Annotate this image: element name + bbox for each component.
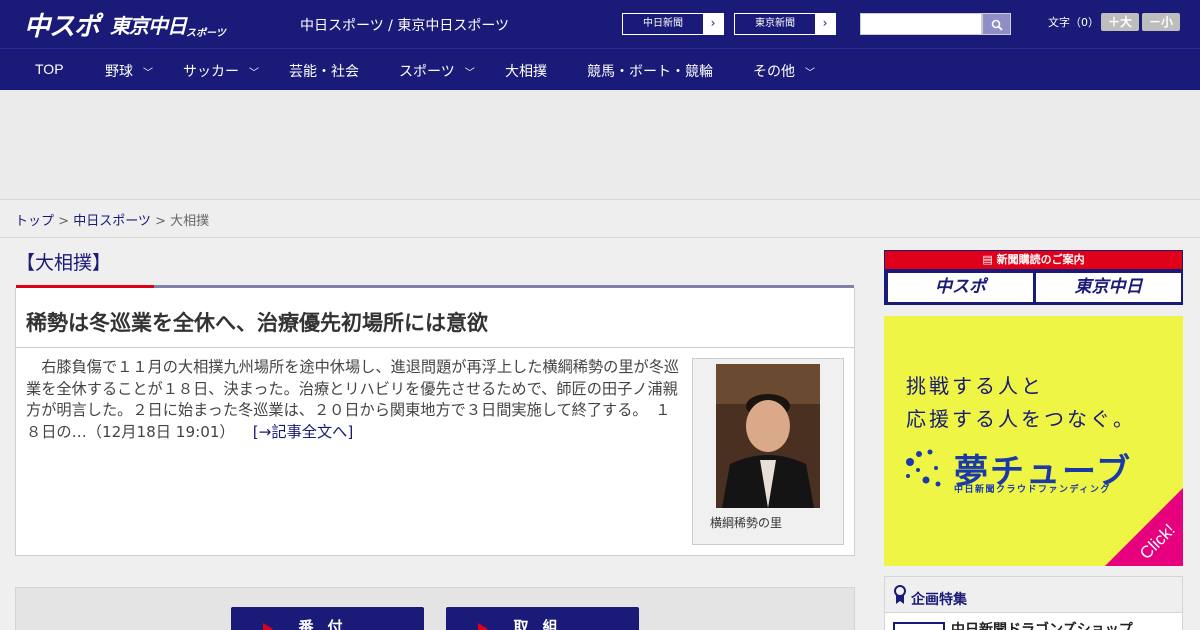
font-smaller-button[interactable]: －小	[1142, 13, 1180, 31]
chunichi-shimbun-link[interactable]: 中日新聞 ›	[622, 13, 724, 35]
search-input[interactable]	[860, 13, 982, 35]
subscription-title-text: 新聞購読のご案内	[996, 253, 1085, 266]
nav-item-baseball[interactable]: 野球 ﹀	[105, 61, 153, 81]
font-bigger-button[interactable]: ＋大	[1101, 13, 1139, 31]
article-divider	[16, 347, 854, 348]
special-features-title: 企画特集	[911, 592, 967, 608]
dragons-shop-link[interactable]: 中日新聞ドラゴンズショップ	[951, 619, 1133, 630]
nav-label: 競馬・ボート・競輪	[587, 63, 713, 79]
newspaper-icon: ▤	[982, 253, 997, 266]
yume-tube-ad[interactable]: 挑戦する人と 応援する人をつなぐ。 夢チューブ 中日新聞クラウドファンディング …	[884, 316, 1183, 566]
tab-label: 番付	[298, 618, 357, 630]
nav-label: スポーツ	[399, 63, 455, 79]
breadcrumb-separator: >	[54, 214, 74, 229]
chuspo-subscribe-logo[interactable]: 中スポ	[888, 273, 1033, 302]
search-icon	[991, 19, 1003, 31]
chuspo-logo[interactable]: 中スポ	[24, 6, 100, 43]
ribbon-icon	[894, 585, 906, 604]
article-summary: 右膝負傷で１１月の大相撲九州場所を途中休場し、進退問題が再浮上した横綱稀勢の里が…	[26, 357, 684, 443]
nav-label: TOP	[35, 61, 64, 77]
subscription-banner[interactable]: ▤ 新聞購読のご案内 中スポ 東京中日	[884, 250, 1183, 305]
nav-label: その他	[753, 63, 795, 79]
subscription-banner-title: ▤ 新聞購読のご案内	[885, 251, 1182, 269]
dragons-shop-thumbnail[interactable]	[893, 622, 945, 630]
photo-caption: 横綱稀勢の里	[710, 516, 783, 530]
ranking-tabs-area	[15, 587, 855, 630]
chunichi-shimbun-label: 中日新聞	[643, 18, 683, 29]
ad-line-2: 応援する人をつなぐ。	[906, 407, 1136, 431]
special-features-box: 企画特集 中日新聞ドラゴンズショップ	[884, 576, 1183, 630]
nav-label: 芸能・社会	[289, 63, 359, 79]
font-size-label: 文字（0）	[1048, 16, 1099, 29]
tokyo-chunichi-logo[interactable]: 東京中日スポーツ	[110, 10, 226, 39]
main-nav: TOP 野球 ﹀ サッカー ﹀ 芸能・社会 スポーツ ﹀ 大相撲 競馬・ボート・競輪 …	[0, 48, 1200, 90]
tokyo-logo-text: 東京中日	[110, 14, 187, 38]
chevron-right-icon: ›	[703, 14, 723, 34]
section-heading: 【大相撲】	[16, 252, 112, 274]
sparkle-dots-icon	[906, 449, 941, 487]
tokyo-shimbun-label: 東京新聞	[755, 18, 795, 29]
article-photo[interactable]	[716, 364, 820, 508]
nav-item-sports[interactable]: スポーツ ﹀	[399, 61, 475, 81]
chevron-down-icon: ﹀	[805, 68, 815, 79]
breadcrumb-current: 大相撲	[170, 214, 210, 229]
nav-label: 大相撲	[505, 63, 547, 79]
tab-label: 取組	[513, 618, 572, 630]
chevron-down-icon: ﹀	[464, 68, 475, 79]
nav-item-entertainment[interactable]: 芸能・社会	[289, 61, 359, 81]
wrestler-photo-image	[716, 364, 820, 508]
article-title[interactable]: 稀勢は冬巡業を全休へ、治療優先初場所には意欲	[26, 307, 488, 337]
breadcrumb-separator: >	[150, 214, 171, 229]
nav-item-top[interactable]: TOP	[35, 61, 64, 77]
ad-line-1: 挑戦する人と	[906, 374, 1044, 398]
site-header: 中スポ 東京中日スポーツ 中日スポーツ / 東京中日スポーツ 中日新聞 › 東京…	[0, 0, 1200, 48]
nav-item-racing[interactable]: 競馬・ボート・競輪	[587, 61, 713, 81]
special-features-header: 企画特集	[885, 577, 1182, 613]
triangle-right-icon	[263, 623, 273, 630]
yume-tube-tagline: 中日新聞クラウドファンディング	[954, 485, 1111, 495]
nav-label: サッカー	[183, 63, 239, 79]
top-ad-space	[0, 90, 1200, 200]
tokyo-logo-small: スポーツ	[186, 28, 226, 39]
torikumi-tab[interactable]: 取組	[446, 607, 639, 630]
banzuke-tab[interactable]: 番付	[231, 607, 424, 630]
breadcrumb-top-link[interactable]: トップ	[15, 214, 54, 229]
nav-item-soccer[interactable]: サッカー ﹀	[183, 61, 259, 81]
breadcrumb: トップ > 中日スポーツ > 大相撲	[0, 200, 1200, 238]
read-more-link[interactable]: [→記事全文へ]	[253, 423, 354, 441]
nav-label: 野球	[105, 63, 133, 79]
chevron-down-icon: ﹀	[143, 68, 153, 79]
chevron-right-icon: ›	[815, 14, 835, 34]
search-button[interactable]	[982, 13, 1011, 35]
tokyo-chunichi-subscribe-logo[interactable]: 東京中日	[1036, 273, 1181, 302]
site-title: 中日スポーツ / 東京中日スポーツ	[300, 18, 510, 34]
nav-item-sumo[interactable]: 大相撲	[505, 61, 547, 81]
nav-item-other[interactable]: その他 ﹀	[753, 61, 815, 81]
triangle-right-icon	[478, 623, 488, 630]
chevron-down-icon: ﹀	[249, 68, 259, 79]
breadcrumb-section-link[interactable]: 中日スポーツ	[73, 214, 151, 229]
tokyo-shimbun-link[interactable]: 東京新聞 ›	[734, 13, 836, 35]
